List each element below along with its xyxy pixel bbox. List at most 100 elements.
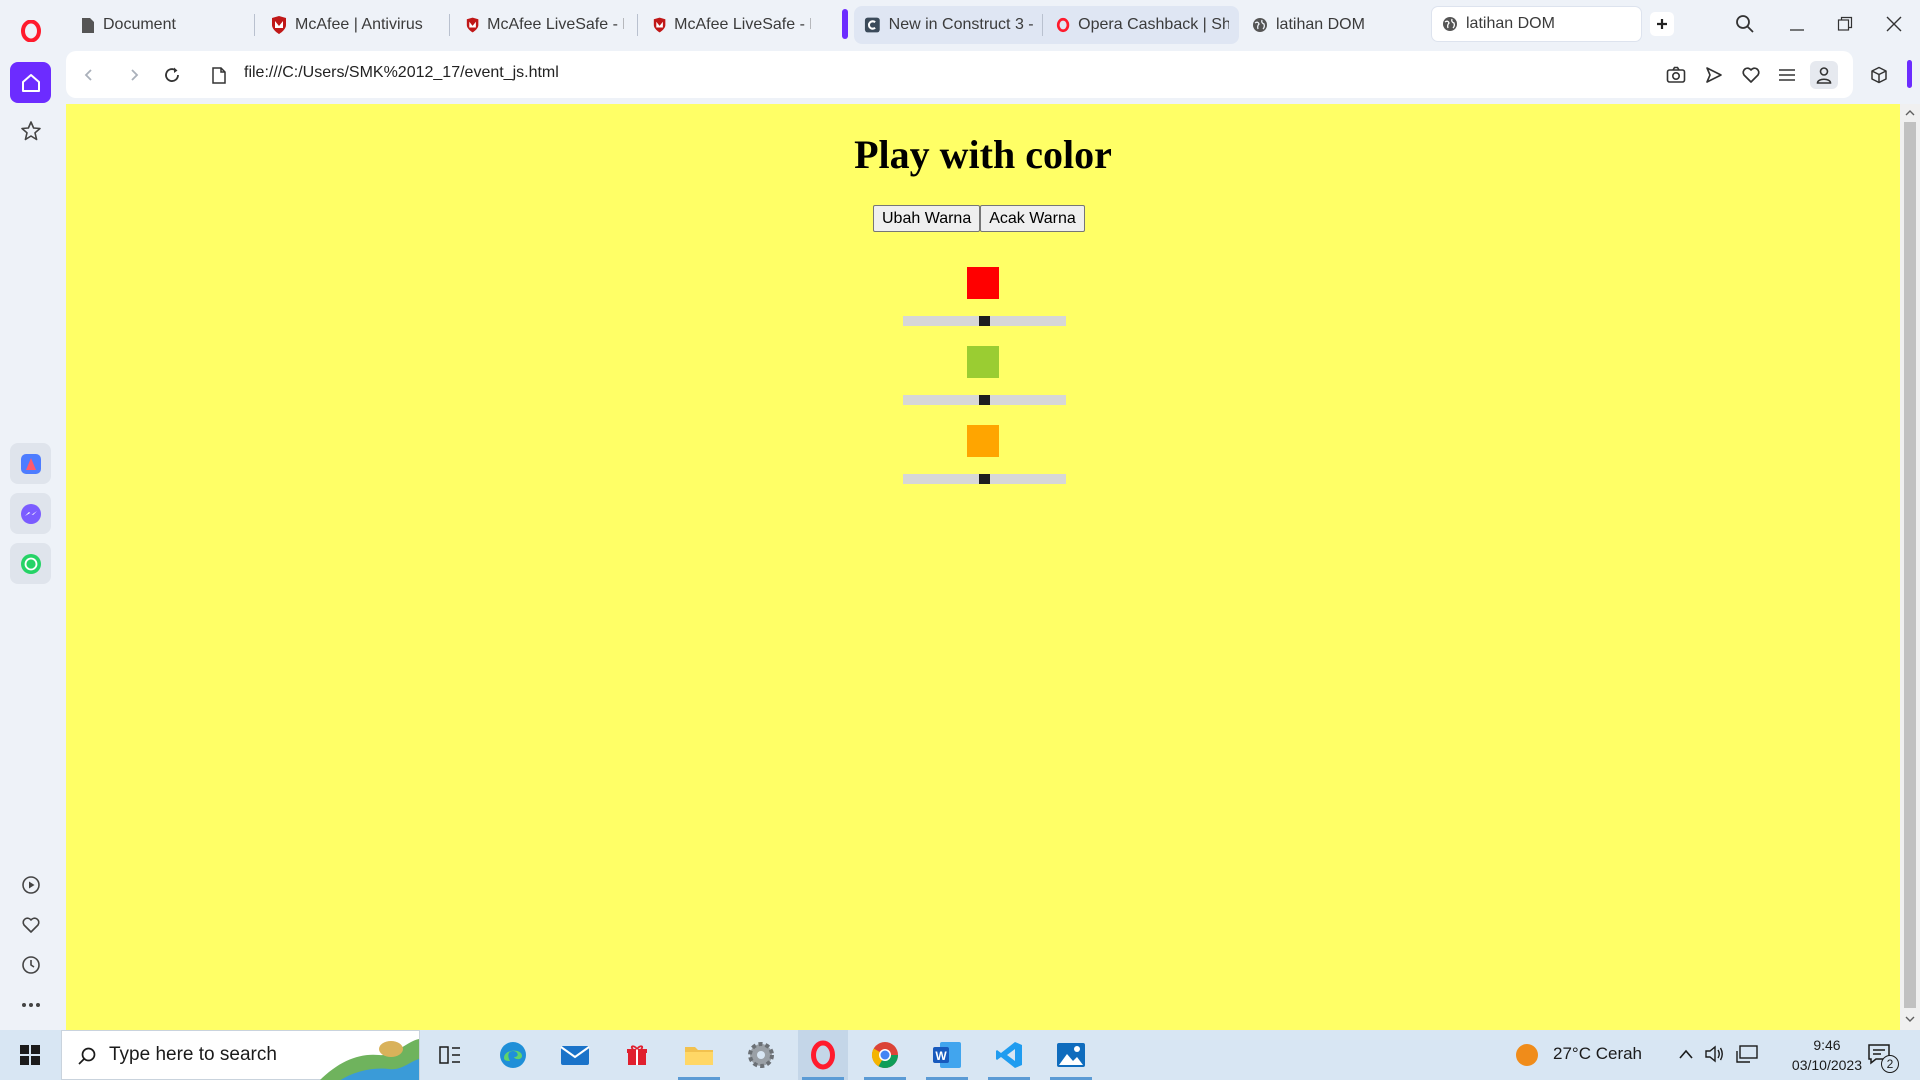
opera-taskbar-icon[interactable] (798, 1030, 848, 1080)
easy-setup-icon[interactable] (1774, 62, 1800, 88)
tab-construct[interactable]: New in Construct 3 - B (854, 6, 1047, 44)
clock-date: 03/10/2023 (1791, 1057, 1862, 1073)
scrollbar-thumb[interactable] (1904, 122, 1916, 1008)
tab-divider (254, 14, 255, 36)
page-scrollbar[interactable] (1900, 104, 1920, 1030)
tab-mcafee-antivirus[interactable]: McAfee | Antivirus (261, 6, 449, 44)
chevron-up-icon[interactable] (1678, 1048, 1694, 1060)
word-icon[interactable]: W (922, 1030, 972, 1080)
tab-title: latihan DOM (1466, 15, 1555, 32)
history-icon[interactable] (10, 944, 51, 985)
mail-icon[interactable] (550, 1030, 600, 1080)
clock-time: 9:46 (1813, 1037, 1841, 1053)
restore-icon[interactable] (1832, 11, 1858, 37)
mcafee-icon (272, 16, 286, 34)
opera-menu-icon[interactable] (10, 10, 51, 51)
search-icon (78, 1047, 96, 1065)
scroll-down-icon[interactable] (1905, 1014, 1915, 1024)
player-icon[interactable] (10, 864, 51, 905)
globe-icon (1253, 18, 1267, 32)
document-icon (82, 17, 94, 33)
home-icon[interactable] (10, 62, 51, 103)
tab-title: New in Construct 3 - B (888, 16, 1037, 33)
windows-start-icon[interactable] (5, 1030, 55, 1080)
send-icon[interactable] (1701, 62, 1727, 88)
slider-thumb[interactable] (979, 316, 990, 326)
color-slider-green[interactable] (903, 395, 1066, 405)
tab-latihan-dom[interactable]: latihan DOM (1242, 6, 1422, 44)
tab-document[interactable]: Document (71, 6, 261, 44)
tab-divider (637, 14, 638, 36)
color-slider-orange[interactable] (903, 474, 1066, 484)
whatsapp-icon[interactable] (10, 543, 51, 584)
weather-text[interactable]: 27°C Cerah (1553, 1044, 1642, 1064)
reload-icon[interactable] (159, 62, 185, 88)
weather-icon (1516, 1044, 1538, 1066)
address-toolbar: file:///C:/Users/SMK%2012_17/event_js.ht… (66, 51, 1853, 98)
clock[interactable]: 9:46 03/10/2023 (1792, 1035, 1862, 1075)
network-icon[interactable] (1736, 1045, 1758, 1063)
gift-icon[interactable] (612, 1030, 662, 1080)
photos-icon[interactable] (1046, 1030, 1096, 1080)
slider-thumb[interactable] (979, 474, 990, 484)
edge-icon[interactable] (488, 1030, 538, 1080)
search-highlight-image (320, 1039, 419, 1080)
tab-latihan-dom-active[interactable]: latihan DOM (1432, 7, 1641, 41)
tab-mcafee-livesafe[interactable]: McAfee LiveSafe - Expi (456, 6, 634, 44)
profile-icon[interactable] (1810, 61, 1838, 89)
mcafee-icon (466, 17, 479, 33)
change-color-button[interactable]: Ubah Warna (873, 205, 981, 232)
more-icon[interactable] (10, 984, 51, 1025)
browser-sidebar (0, 0, 61, 1030)
vscode-icon[interactable] (984, 1030, 1034, 1080)
sidebar-toggle-indicator[interactable] (1907, 60, 1912, 88)
tab-title: latihan DOM (1276, 16, 1365, 33)
plus-icon (1657, 19, 1667, 29)
extensions-icon[interactable] (1866, 62, 1892, 88)
windows-taskbar: Type here to search W 27°C Cerah 9:46 03… (0, 1030, 1920, 1080)
file-icon (206, 62, 232, 88)
snapshot-icon[interactable] (1663, 62, 1689, 88)
speed-dial-icon[interactable] (10, 110, 51, 151)
mcafee-icon (653, 17, 666, 33)
back-icon[interactable] (76, 62, 102, 88)
close-icon[interactable] (1881, 11, 1907, 37)
heart-icon[interactable] (1738, 62, 1764, 88)
chrome-icon[interactable] (860, 1030, 910, 1080)
notification-badge: 2 (1881, 1055, 1899, 1073)
svg-text:W: W (935, 1049, 947, 1063)
random-color-button[interactable]: Acak Warna (980, 205, 1085, 232)
button-row: Ubah Warna Acak Warna (873, 205, 1085, 232)
slider-thumb[interactable] (979, 395, 990, 405)
bookmarks-heart-icon[interactable] (10, 904, 51, 945)
tab-group-indicator (842, 9, 848, 39)
taskbar-search[interactable]: Type here to search (61, 1030, 420, 1080)
notification-center-icon[interactable]: 2 (1867, 1043, 1899, 1073)
search-placeholder: Type here to search (109, 1044, 277, 1065)
tab-divider (1042, 14, 1043, 36)
color-swatch-green (967, 346, 999, 378)
color-slider-red[interactable] (903, 316, 1066, 326)
new-tab-button[interactable] (1650, 12, 1674, 36)
tab-title: McAfee LiveSafe - Expi (487, 16, 624, 33)
file-explorer-icon[interactable] (674, 1030, 724, 1080)
address-field[interactable]: file:///C:/Users/SMK%2012_17/event_js.ht… (244, 64, 559, 82)
tab-title: McAfee LiveSafe - Expi (674, 16, 811, 33)
messenger-icon[interactable] (10, 493, 51, 534)
tab-title: Opera Cashback | Shop (1078, 16, 1229, 33)
settings-icon[interactable] (736, 1030, 786, 1080)
tab-opera-cashback[interactable]: Opera Cashback | Shop (1046, 6, 1239, 44)
minimize-icon[interactable] (1784, 11, 1810, 37)
scroll-up-icon[interactable] (1905, 108, 1915, 118)
color-swatch-orange (967, 425, 999, 457)
tab-search-icon[interactable] (1732, 11, 1758, 37)
opera-icon (1056, 17, 1070, 33)
tab-strip: Document McAfee | Antivirus McAfee LiveS… (61, 0, 1920, 48)
task-view-icon[interactable] (425, 1030, 475, 1080)
forward-icon[interactable] (121, 62, 147, 88)
tab-divider (449, 14, 450, 36)
tab-title: McAfee | Antivirus (295, 16, 423, 33)
aria-icon[interactable] (10, 443, 51, 484)
volume-icon[interactable] (1704, 1045, 1724, 1063)
tab-mcafee-livesafe-2[interactable]: McAfee LiveSafe - Expi (643, 6, 821, 44)
